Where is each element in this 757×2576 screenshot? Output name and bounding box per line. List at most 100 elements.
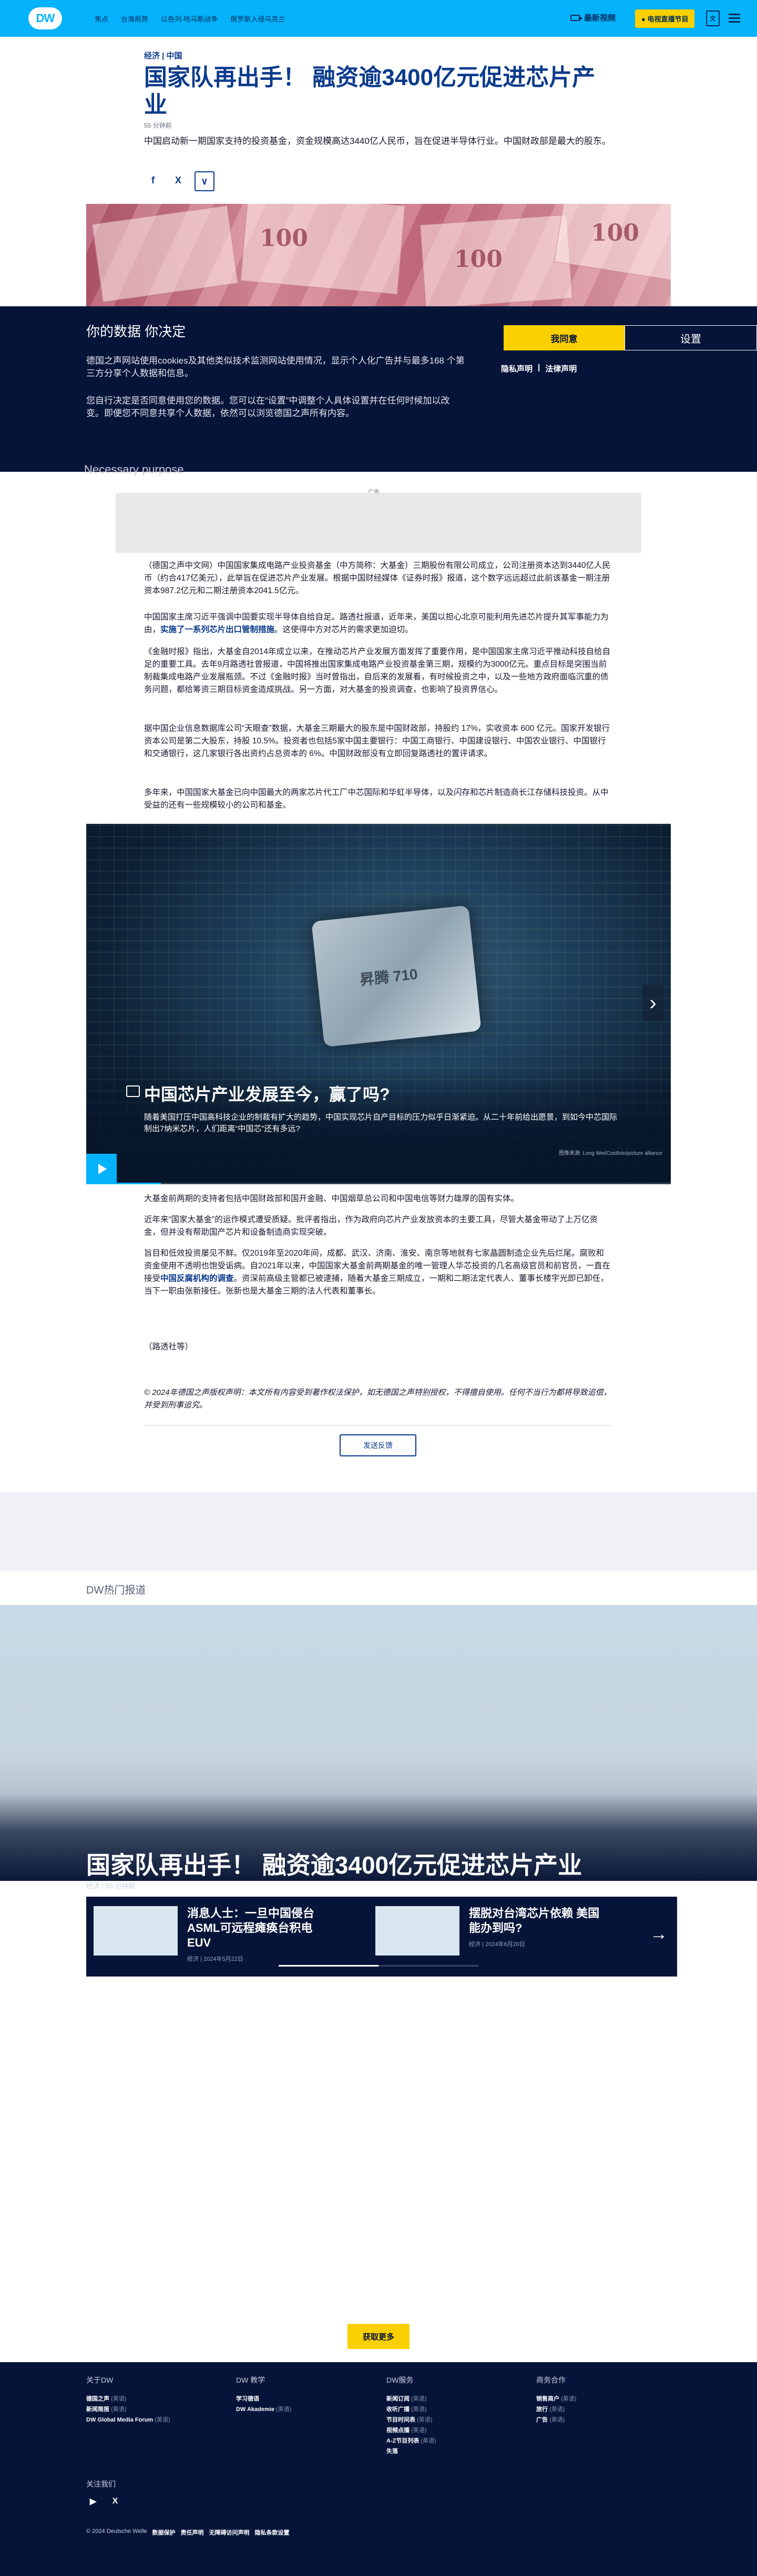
footer-link-text: 旅行 [536,2406,548,2413]
footer-link[interactable]: DW Akademie (英语) [236,2404,291,2415]
accept-cookies-button[interactable]: 我同意 [504,325,625,350]
nav-item-ukraine[interactable]: 俄罗斯入侵乌克兰 [230,14,285,24]
cookie-settings-button[interactable]: 设置 [625,325,757,350]
privacy-settings-link[interactable]: 隐私条款设置 [255,2528,290,2537]
article-kicker[interactable]: 经济 | 中国 [144,50,182,61]
gallery-description: 随着美国打压中国高科技企业的制裁有扩大的趋势，中国实现芯片自产目标的压力似乎日渐… [144,1113,618,1133]
footer-col-services: DW服务 新闻订阅 (英语) 收听广播 (英语) 节目时间表 (英语) 视频点播… [386,2375,436,2457]
privacy-link[interactable]: 隐私声明 [501,363,533,374]
footer-link[interactable]: DW Global Media Forum (英语) [86,2415,170,2425]
footer-link-lang: (英语) [111,2406,127,2413]
footer-link-text: 失落 [386,2448,398,2455]
popular-section: 国家队再出手！ 融资逾3400亿元促进芯片产业 经济 | 55 分钟前 消息人士… [0,1605,757,2362]
image-gallery[interactable]: 昇腾 710 中国芯片产业发展至今，赢了吗? 随着美国打压中国高科技企业的制裁有… [86,824,671,1184]
footer-link[interactable]: 收听广播 (英语) [386,2404,436,2415]
footer-link[interactable]: 失落 [386,2446,436,2457]
accessibility-link[interactable]: 无障碍访问声明 [209,2528,250,2537]
rail-next-arrow-icon[interactable]: → [650,1924,668,1944]
export-controls-link[interactable]: 实施了一系列芯片出口管制措施 [160,625,274,634]
live-tv-button[interactable]: ● 电视直播节目 [635,9,695,28]
footer-link[interactable]: 德国之声 (英语) [86,2394,170,2404]
x-twitter-icon[interactable]: X [108,2495,122,2508]
rail-progress [279,1965,478,1967]
card-thumbnail [94,1906,178,1956]
popular-hero-image [0,1605,757,1881]
footer-col-business: 商务合作 销售商户 (英语) 旅行 (英语) 广告 (英语) [536,2375,576,2425]
article-title: 国家队再出手！ 融资逾3400亿元促进芯片产业 [144,65,596,118]
gallery-play-icon[interactable] [86,1154,117,1184]
footer-heading: DW服务 [386,2376,414,2384]
popular-section-label: DW热门报道 [86,1585,146,1596]
latest-videos-label: 最新视频 [584,14,616,23]
footer-link[interactable]: 新闻简报 (英语) [86,2404,170,2415]
popular-card[interactable]: 消息人士：一旦中国侵台 ASML可远程瘫痪台积电EUV 经济 | 2024年5月… [94,1906,324,1962]
divider [144,1425,612,1426]
footer-link-text: 新闻简报 [86,2406,109,2413]
gallery-icon [126,1085,140,1097]
article-timestamp: 55 分钟前 [144,122,172,129]
footer-heading: 关于DW [86,2376,114,2384]
footer-link-text: A-Z节目列表 [386,2438,420,2444]
source-sign: （路透社等） [144,1342,193,1351]
footer-link[interactable]: 旅行 (英语) [536,2404,576,2415]
nav-item-taiwan[interactable]: 台海局势 [121,14,148,24]
footer-link-lang: (英语) [276,2406,292,2413]
gallery-next-arrow-icon[interactable]: › [642,985,663,1021]
footer-link[interactable]: A-Z节目列表 (英语) [386,2436,436,2446]
footer-link-text: 销售商户 [536,2396,559,2402]
footer-link[interactable]: 节目时间表 (英语) [386,2415,436,2425]
data-protection-link[interactable]: 数据保护 [152,2528,176,2537]
logo-text: DW [36,12,55,25]
footer-link-lang: (英语) [411,2406,427,2413]
youtube-icon[interactable]: ▶ [86,2495,100,2508]
footer-link-text: 德国之声 [86,2396,109,2402]
hamburger-menu-icon[interactable] [729,14,740,23]
x-twitter-icon[interactable]: X [169,171,187,189]
legal-notice-link[interactable]: 法律声明 [545,363,577,374]
necessary-purpose-label: Necessary purpose [84,463,184,476]
gallery-title[interactable]: 中国芯片产业发展至今，赢了吗? [144,1081,390,1105]
p2-tail: 。这使得中方对芯片的需求更加迫切。 [274,625,413,634]
popular-rail: 消息人士：一旦中国侵台 ASML可远程瘫痪台积电EUV 经济 | 2024年5月… [86,1897,677,1977]
anticorruption-link[interactable]: 中国反腐机构的调查 [160,1274,234,1283]
footer-link-text: 学习德语 [236,2396,259,2402]
nav-item-israel-hamas[interactable]: 以色列-哈马斯战争 [161,14,218,24]
footer-link-lang: (英语) [549,2417,565,2423]
footer-link-lang: (英语) [549,2406,565,2413]
footer-link-text: DW Akademie [236,2406,274,2413]
footer-link[interactable]: 广告 (英语) [536,2415,576,2425]
card-title: 消息人士：一旦中国侵台 ASML可远程瘫痪台积电EUV [187,1907,315,1949]
latest-videos-link[interactable]: 最新视频 [570,12,616,23]
footer-heading: 商务合作 [536,2376,566,2384]
disclaimer-link[interactable]: 责任声明 [181,2528,204,2537]
cookie-heading: 你的数据 你决定 [86,324,186,339]
footer-col-learn: DW 教学 学习德语 DW Akademie (英语) [236,2375,291,2415]
load-more-button[interactable]: 获取更多 [347,2324,410,2349]
cookie-consent-banner: 你的数据 你决定 德国之声网站使用cookies及其他类似技术监测网站使用情况，… [0,306,757,476]
footer-bottom-links: © 2024 Deutsche Welle 数据保护 责任声明 无障碍访问声明 … [86,2528,290,2537]
ad-slot[interactable] [116,493,641,553]
body-paragraph-3: 《金融时报》指出，大基金自2014年成立以来，在推动芯片产业发展方面发挥了重要作… [144,647,610,694]
popular-card[interactable]: 摆脱对台湾芯片依赖 美国能办到吗? 经济 | 2024年6月20日 [375,1906,606,1956]
nav-item-focus[interactable]: 焦点 [95,14,108,24]
copyright-text: © 2024 Deutsche Welle [86,2528,147,2534]
footer-link-text: 广告 [536,2417,548,2423]
language-switch-icon[interactable]: 文 [706,11,720,26]
follow-us-label: 关注我们 [86,2480,116,2488]
facebook-icon[interactable]: f [144,171,162,189]
footer-link[interactable]: 视频点播 (英语) [386,2425,436,2436]
gray-spacer [0,1492,757,1571]
card-title: 摆脱对台湾芯片依赖 美国能办到吗? [469,1907,600,1934]
footer-link-lang: (英语) [421,2438,436,2444]
footer-link-lang: (英语) [411,2427,427,2434]
more-share-chevron-icon[interactable]: ∨ [195,171,214,191]
popular-hero-title[interactable]: 国家队再出手！ 融资逾3400亿元促进芯片产业 [86,1850,582,1880]
footer-link-text: 节目时间表 [386,2417,415,2423]
body-paragraph-2: 中国国家主席习近平强调中国要实现半导体自给自足。路透社报道，近年来，美国以担心北… [144,611,612,636]
dw-logo[interactable]: DW [28,7,62,29]
share-bar: f X ∨ [144,171,214,191]
footer-link[interactable]: 新闻订阅 (英语) [386,2394,436,2404]
footer-link[interactable]: 销售商户 (英语) [536,2394,576,2404]
send-feedback-button[interactable]: 发送反馈 [340,1434,416,1456]
footer-link[interactable]: 学习德语 [236,2394,291,2404]
